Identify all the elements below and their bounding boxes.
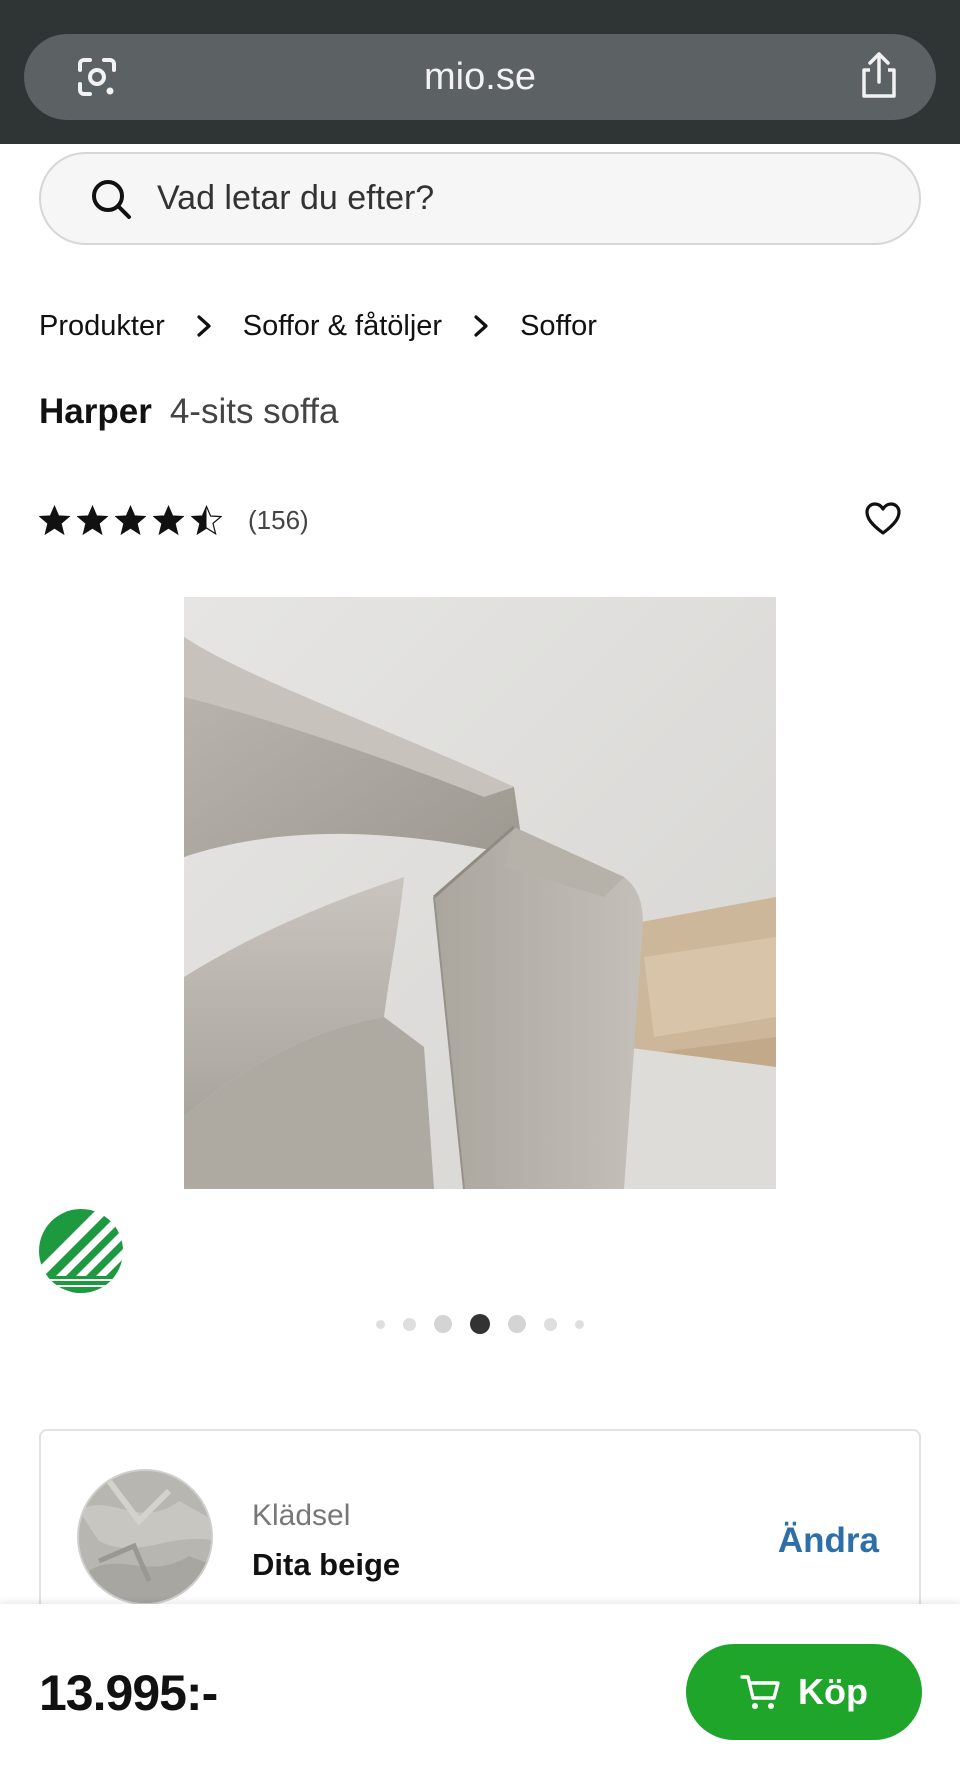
review-count[interactable]: (156) xyxy=(248,505,309,536)
nordic-swan-ecolabel-icon xyxy=(39,1209,123,1293)
search-icon xyxy=(92,180,131,219)
carousel-dot[interactable] xyxy=(544,1317,557,1331)
upholstery-value: Dita beige xyxy=(252,1547,401,1582)
browser-toolbar: mio.se xyxy=(0,0,960,144)
share-icon[interactable] xyxy=(856,50,902,102)
carousel-dot-active[interactable] xyxy=(470,1314,490,1334)
star-full-icon xyxy=(77,504,108,535)
product-price: 13.995:- xyxy=(39,1665,218,1721)
upholstery-selector[interactable]: Klädsel Dita beige Ändra xyxy=(39,1429,921,1629)
buy-button[interactable]: Köp xyxy=(686,1644,922,1740)
address-bar[interactable]: mio.se xyxy=(24,34,936,120)
product-type: 4-sits soffa xyxy=(169,392,339,431)
chevron-right-icon xyxy=(197,315,211,337)
product-rating[interactable]: (156) xyxy=(39,500,309,540)
carousel-dot[interactable] xyxy=(403,1317,416,1331)
breadcrumb-item-soffor[interactable]: Soffor xyxy=(520,310,597,343)
search-input[interactable]: Vad letar du efter? xyxy=(39,152,921,245)
star-half-icon xyxy=(191,504,222,535)
upholstery-label: Klädsel xyxy=(252,1499,351,1532)
breadcrumb-item-produkter[interactable]: Produkter xyxy=(39,310,165,343)
product-name: Harper xyxy=(39,392,152,431)
change-upholstery-link[interactable]: Ändra xyxy=(778,1521,879,1561)
chevron-right-icon xyxy=(474,315,488,337)
star-full-icon xyxy=(39,504,70,535)
product-image[interactable] xyxy=(184,597,776,1189)
fabric-swatch xyxy=(77,1469,213,1605)
heart-icon[interactable] xyxy=(864,500,902,538)
carousel-dot[interactable] xyxy=(376,1319,385,1329)
rating-stars xyxy=(39,504,222,536)
carousel-dot[interactable] xyxy=(575,1319,584,1329)
url-text: mio.se xyxy=(424,56,536,98)
carousel-pagination[interactable] xyxy=(0,1312,960,1336)
buy-button-label: Köp xyxy=(798,1671,868,1712)
cart-icon xyxy=(740,1675,780,1709)
carousel-dot[interactable] xyxy=(508,1315,526,1333)
breadcrumb-item-soffor-fatoljer[interactable]: Soffor & fåtöljer xyxy=(243,310,442,343)
carousel-dot[interactable] xyxy=(434,1315,452,1333)
breadcrumb: Produkter Soffor & fåtöljer Soffor xyxy=(39,304,597,348)
star-full-icon xyxy=(153,504,184,535)
sticky-buy-bar: 13.995:- Köp xyxy=(0,1604,960,1777)
star-full-icon xyxy=(115,504,146,535)
search-placeholder: Vad letar du efter? xyxy=(157,179,435,217)
product-title: Harper 4-sits soffa xyxy=(39,392,338,438)
